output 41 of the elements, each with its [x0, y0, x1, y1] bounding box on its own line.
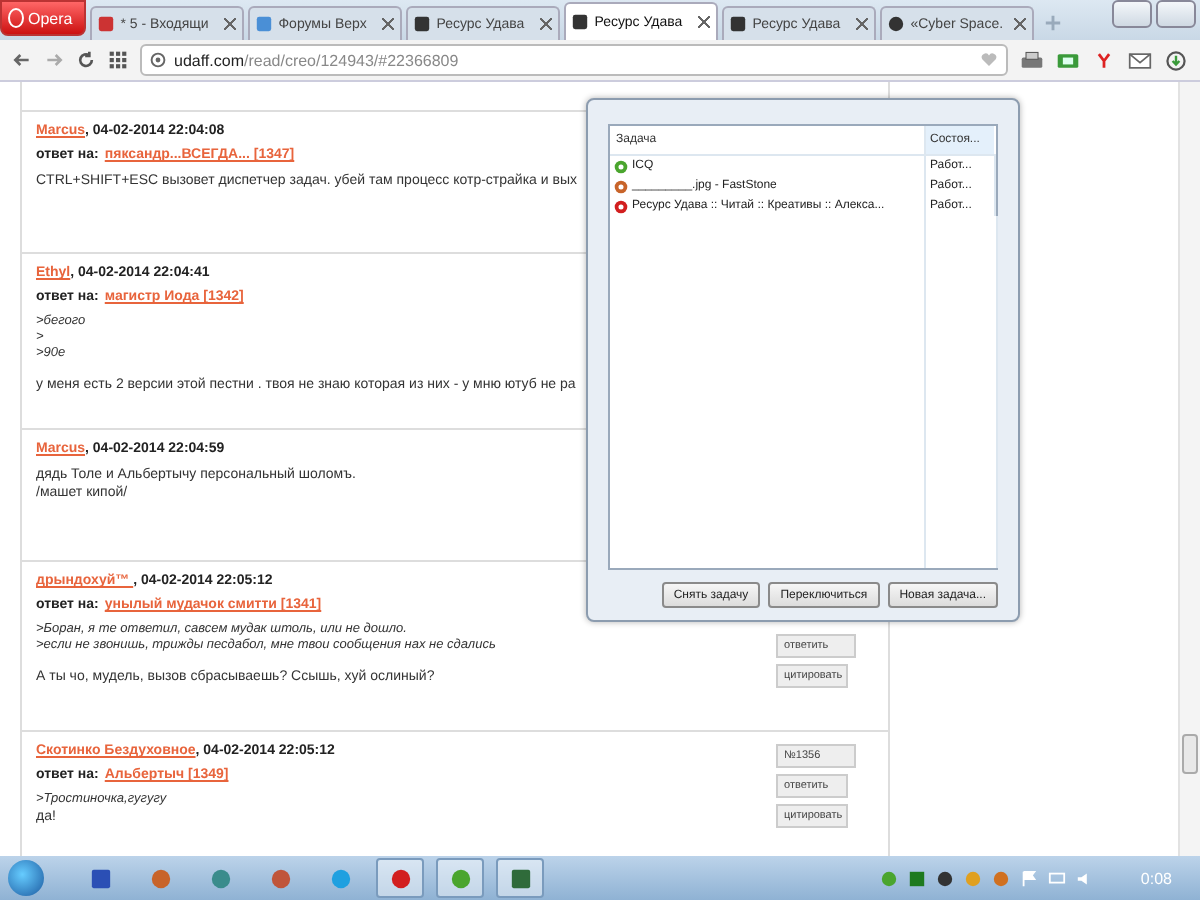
globe-icon — [150, 52, 166, 68]
disk-app-icon — [89, 867, 111, 889]
close-icon[interactable] — [382, 18, 395, 30]
site-icon — [256, 16, 273, 32]
letter-icon[interactable] — [1092, 49, 1116, 71]
download-icon[interactable] — [1164, 49, 1188, 71]
extension-icon[interactable] — [1056, 49, 1080, 71]
clock: 0:08 — [1140, 869, 1172, 887]
address-field[interactable]: udaff.com/read/creo/124943/#22366809 — [140, 44, 1008, 76]
new-tab-icon[interactable] — [1044, 14, 1063, 32]
heart-icon[interactable] — [980, 52, 998, 68]
app-icon — [614, 199, 628, 213]
close-icon[interactable] — [224, 18, 237, 30]
site-icon — [98, 16, 115, 32]
taskbar-app-button[interactable] — [376, 858, 424, 898]
scrollbar-thumb[interactable] — [1182, 734, 1198, 774]
taskbar-app-button[interactable] — [496, 858, 544, 898]
site-icon — [730, 16, 747, 32]
start-button[interactable] — [8, 860, 44, 896]
grid-icon[interactable] — [108, 50, 128, 70]
close-icon[interactable] — [540, 18, 553, 30]
minimize-button[interactable] — [1112, 0, 1152, 28]
reload-icon[interactable] — [76, 50, 96, 70]
scrollbar[interactable] — [1178, 82, 1200, 856]
taskbar-app-button[interactable] — [436, 858, 484, 898]
monitor-app-icon — [509, 867, 531, 889]
maximize-button[interactable] — [1156, 0, 1196, 28]
close-icon[interactable] — [1014, 18, 1027, 30]
square-icon[interactable] — [908, 869, 927, 887]
close-icon[interactable] — [698, 16, 711, 28]
printer-icon[interactable] — [1020, 49, 1044, 71]
flag-icon[interactable] — [1020, 869, 1039, 887]
opera-menu-button[interactable]: Opera — [0, 0, 87, 36]
site-icon — [414, 16, 431, 32]
back-icon[interactable] — [12, 50, 32, 70]
site-icon — [572, 14, 589, 30]
network-icon[interactable] — [1048, 869, 1067, 887]
forward-icon[interactable] — [44, 50, 64, 70]
close-icon[interactable] — [856, 18, 869, 30]
mail-icon[interactable] — [1128, 49, 1152, 71]
play-icon — [888, 16, 905, 32]
